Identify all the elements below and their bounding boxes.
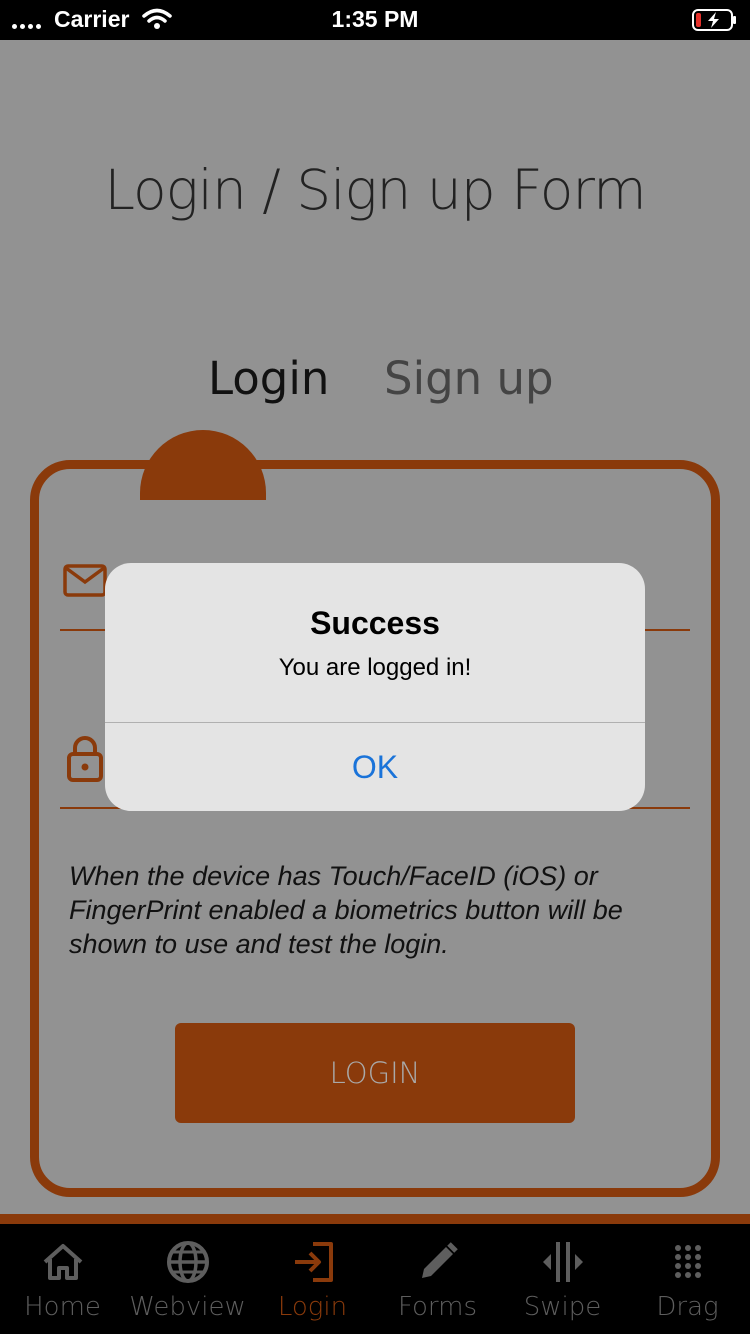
status-bar: Carrier 1:35 PM	[0, 0, 750, 40]
page-title: Login / Sign up Form	[104, 158, 646, 222]
tabbar-item-webview[interactable]: Webview	[125, 1224, 250, 1334]
tabbar-accent-line	[0, 1214, 750, 1224]
home-icon	[43, 1244, 82, 1280]
tab-signup[interactable]: Sign up	[384, 352, 554, 405]
status-time: 1:35 PM	[331, 6, 419, 32]
tabbar-label: Drag	[656, 1292, 719, 1322]
tab-login[interactable]: Login	[208, 352, 329, 405]
lock-icon	[67, 736, 103, 782]
tabbar-label: Forms	[397, 1292, 478, 1322]
tabbar-item-swipe[interactable]: Swipe	[500, 1224, 625, 1334]
tabbar-label: Home	[24, 1292, 101, 1322]
mail-icon	[63, 564, 107, 597]
swipe-icon	[542, 1242, 583, 1282]
tabbar-label: Login	[277, 1292, 348, 1322]
alert-title: Success	[310, 605, 440, 641]
login-button[interactable]: LOGIN	[175, 1023, 575, 1123]
alert-ok-button[interactable]: OK	[105, 723, 645, 811]
login-icon	[294, 1242, 333, 1282]
tabbar-label: Webview	[129, 1292, 246, 1322]
alert-message: You are logged in!	[278, 654, 472, 681]
grid-icon	[674, 1245, 701, 1278]
biometric-note: When the device has Touch/FaceID (iOS) o…	[69, 861, 623, 959]
tabbar-item-drag[interactable]: Drag	[625, 1224, 750, 1334]
tabbar-item-login[interactable]: Login	[250, 1224, 375, 1334]
tabbar-item-forms[interactable]: Forms	[375, 1224, 500, 1334]
battery-icon	[692, 9, 736, 31]
tabbar-label: Swipe	[523, 1292, 602, 1322]
pencil-icon	[421, 1242, 458, 1278]
globe-icon	[166, 1241, 209, 1283]
tabbar-item-home[interactable]: Home	[0, 1224, 125, 1334]
success-alert: Success You are logged in! OK	[105, 563, 645, 811]
bottom-tab-bar: Home Webview Login Forms Swipe Drag	[0, 1224, 750, 1334]
